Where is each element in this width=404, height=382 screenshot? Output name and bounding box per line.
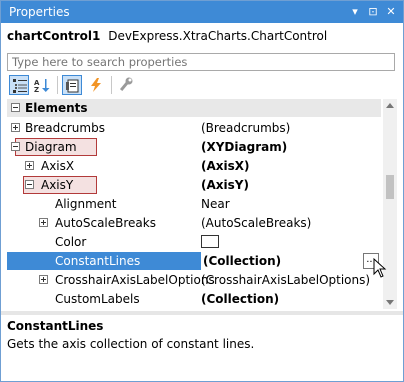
property-row-diagram[interactable]: Diagram (XYDiagram) — [7, 138, 381, 156]
collapse-icon[interactable] — [11, 103, 20, 112]
splitter[interactable] — [1, 311, 403, 315]
description-panel: ConstantLines Gets the axis collection o… — [7, 319, 397, 379]
property-name: Diagram — [25, 140, 77, 154]
scroll-down-icon[interactable] — [386, 300, 394, 305]
property-name: AutoScaleBreaks — [55, 216, 156, 230]
settings-button[interactable] — [116, 75, 136, 95]
window-title: Properties — [9, 5, 70, 19]
property-row-customlabels[interactable]: CustomLabels (Collection) — [7, 290, 381, 308]
lightning-icon — [91, 78, 101, 92]
close-button[interactable]: ✕ — [383, 3, 399, 20]
property-value[interactable]: (Collection) — [201, 290, 279, 308]
alphabetical-icon: A Z — [34, 79, 50, 93]
property-value[interactable]: Near — [201, 195, 230, 213]
property-name: CrosshairAxisLabelOptions — [55, 273, 215, 287]
scroll-up-icon[interactable] — [386, 103, 394, 108]
property-name: Alignment — [55, 197, 117, 211]
description-title: ConstantLines — [7, 319, 104, 333]
property-row-color[interactable]: Color — [7, 233, 381, 251]
collapse-icon[interactable] — [25, 180, 34, 189]
properties-button[interactable] — [62, 75, 82, 95]
property-row-crosshairaxislabeloptions[interactable]: CrosshairAxisLabelOptions (CrosshairAxis… — [7, 271, 381, 289]
property-row-alignment[interactable]: Alignment Near — [7, 195, 381, 213]
properties-icon — [66, 79, 79, 93]
property-name: AxisY — [41, 178, 74, 192]
property-row-constantlines[interactable]: ConstantLines (Collection) ... — [7, 252, 383, 270]
property-value[interactable]: (XYDiagram) — [201, 138, 287, 156]
categorized-button[interactable] — [9, 75, 29, 95]
property-name: Breadcrumbs — [25, 121, 105, 135]
scroll-thumb[interactable] — [386, 175, 394, 199]
property-name: Color — [55, 235, 87, 249]
object-type: DevExpress.XtraCharts.ChartControl — [108, 29, 328, 43]
toolbar: A Z — [7, 73, 397, 97]
property-name: ConstantLines — [55, 254, 141, 268]
object-selector[interactable]: chartControl1 DevExpress.XtraCharts.Char… — [7, 29, 397, 49]
property-value[interactable]: (AxisY) — [201, 176, 249, 194]
property-value[interactable]: (Collection) — [201, 252, 383, 270]
property-value[interactable]: (CrosshairAxisLabelOptions) — [201, 271, 370, 289]
property-value[interactable]: (AutoScaleBreaks) — [201, 214, 311, 232]
expand-icon[interactable] — [39, 275, 48, 284]
expand-icon[interactable] — [39, 218, 48, 227]
wrench-icon — [119, 77, 133, 92]
property-name: AxisX — [41, 159, 75, 173]
expand-icon[interactable] — [11, 123, 20, 132]
search-box[interactable] — [7, 53, 395, 71]
category-elements[interactable]: Elements — [7, 99, 381, 117]
expand-icon[interactable] — [25, 161, 34, 170]
search-input[interactable] — [8, 54, 394, 70]
object-name: chartControl1 — [7, 29, 101, 43]
color-swatch[interactable] — [201, 235, 219, 248]
categorized-icon — [13, 79, 27, 93]
property-value[interactable]: (Breadcrumbs) — [201, 119, 290, 137]
collapse-icon[interactable] — [11, 142, 20, 151]
property-row-autoscalebreaks[interactable]: AutoScaleBreaks (AutoScaleBreaks) — [7, 214, 381, 232]
description-text: Gets the axis collection of constant lin… — [7, 337, 255, 351]
property-grid: Elements Breadcrumbs (Breadcrumbs) Diagr… — [7, 99, 397, 309]
dropdown-button[interactable]: ▾ — [347, 3, 363, 20]
property-value[interactable]: (AxisX) — [201, 157, 250, 175]
alphabetical-button[interactable]: A Z — [32, 75, 52, 95]
mouse-cursor-icon — [373, 258, 387, 278]
property-row-axisy[interactable]: AxisY (AxisY) — [7, 176, 381, 194]
pin-button[interactable]: ⊡ — [365, 3, 381, 20]
property-name: CustomLabels — [55, 292, 140, 306]
events-button[interactable] — [86, 75, 106, 95]
property-row-breadcrumbs[interactable]: Breadcrumbs (Breadcrumbs) — [7, 119, 381, 137]
title-bar: Properties ▾ ⊡ ✕ — [1, 1, 403, 23]
svg-text:Z: Z — [34, 86, 39, 93]
category-label: Elements — [25, 101, 88, 115]
property-row-axisx[interactable]: AxisX (AxisX) — [7, 157, 381, 175]
properties-window: Properties ▾ ⊡ ✕ chartControl1 DevExpres… — [0, 0, 404, 382]
